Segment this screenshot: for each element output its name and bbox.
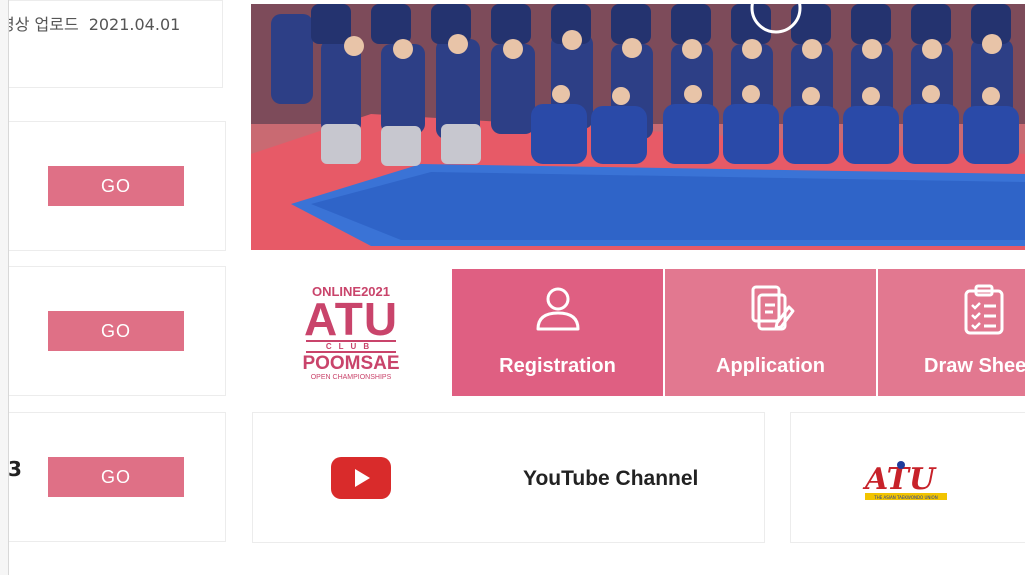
user-icon — [530, 281, 586, 337]
atu-link-card[interactable]: ATU THE ASIAN TAEKWONDO UNION — [790, 412, 1025, 543]
tile-registration[interactable]: Registration — [452, 269, 663, 396]
page-content: 영상 업로드 2021.04.01 GO GO 3 GO — [8, 0, 1025, 575]
youtube-channel-label: YouTube Channel — [523, 467, 699, 490]
tile-registration-label: Registration — [499, 355, 616, 377]
logo-atu-text: ATU — [303, 292, 399, 345]
notice-date: 2021.04.01 — [88, 15, 181, 34]
logo-club-text: CLUB — [306, 339, 396, 353]
notice-card[interactable]: 영상 업로드 2021.04.01 — [9, 0, 223, 88]
menu-card-2: GO — [9, 266, 226, 396]
notice-title: 영상 업로드 — [9, 15, 79, 34]
team-photo-banner[interactable] — [251, 4, 1025, 250]
go-button-1[interactable]: GO — [48, 166, 184, 206]
go-button-2[interactable]: GO — [48, 311, 184, 351]
logo-poomsae-text: POOMSAE — [302, 352, 400, 374]
championship-logo[interactable]: ONLINE2021 ATU CLUB POOMSAE OPEN CHAMPIO… — [251, 268, 451, 396]
tile-application[interactable]: Application — [665, 269, 876, 396]
notice-item[interactable]: 영상 업로드 2021.04.01 — [9, 11, 181, 35]
team-photo — [251, 4, 1025, 250]
atu-logo-caption: THE ASIAN TAEKWONDO UNION — [873, 495, 937, 500]
youtube-channel-card[interactable]: YouTube Channel — [252, 412, 765, 543]
logo-open-text: OPEN CHAMPIONSHIPS — [310, 373, 392, 381]
menu-card-3-label: 3 — [8, 457, 22, 481]
clipboard-checklist-icon — [956, 281, 1012, 337]
tile-application-label: Application — [716, 355, 825, 377]
edit-document-icon — [743, 281, 799, 337]
tile-draw-sheet-label: Draw Shee — [924, 355, 1025, 377]
go-button-3[interactable]: GO — [48, 457, 184, 497]
atu-logo: ATU THE ASIAN TAEKWONDO UNION — [861, 455, 951, 505]
youtube-play-icon — [331, 457, 391, 499]
menu-card-3: 3 GO — [8, 412, 226, 542]
menu-card-1: GO — [9, 121, 226, 251]
tile-draw-sheet[interactable]: Draw Shee — [878, 269, 1025, 396]
